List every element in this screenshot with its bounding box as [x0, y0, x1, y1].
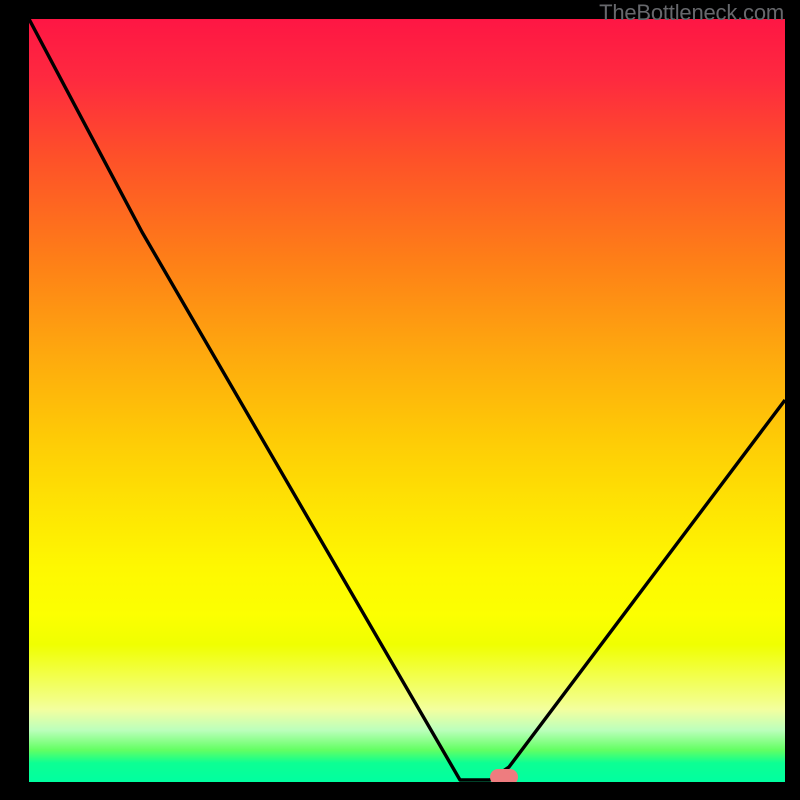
- plot-area: [29, 19, 785, 782]
- watermark-text: TheBottleneck.com: [599, 0, 784, 26]
- chart-container: TheBottleneck.com: [0, 0, 800, 800]
- bottleneck-curve: [29, 19, 785, 782]
- x-axis-line: [29, 782, 785, 784]
- optimum-marker: [490, 769, 518, 782]
